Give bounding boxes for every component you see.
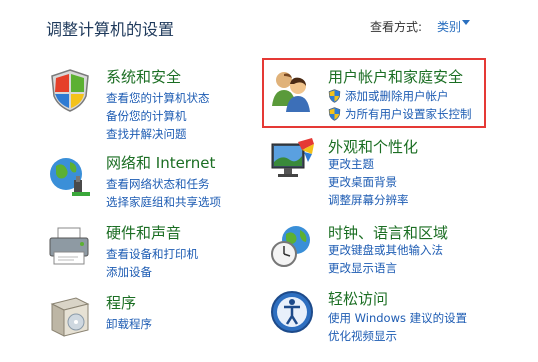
link-adjust-resolution[interactable]: 调整屏幕分辨率 [328, 192, 409, 208]
view-by-label: 查看方式: [370, 20, 423, 34]
link-windows-suggested-settings[interactable]: 使用 Windows 建议的设置 [328, 310, 467, 326]
programs-box-icon[interactable] [46, 292, 94, 340]
category-title[interactable]: 系统和安全 [106, 66, 181, 87]
link-uninstall-program[interactable]: 卸载程序 [106, 316, 152, 332]
clock-globe-icon[interactable] [268, 222, 316, 270]
link-view-computer-status[interactable]: 查看您的计算机状态 [106, 90, 210, 106]
category-hardware-sound: 硬件和声音 查看设备和打印机 添加设备 [46, 222, 246, 282]
link-backup-computer[interactable]: 备份您的计算机 [106, 108, 187, 124]
link-change-desktop-background[interactable]: 更改桌面背景 [328, 174, 397, 190]
category-user-accounts-family-safety: 用户帐户和家庭安全 添加或删除用户帐户 为所有用户设置家长控制 [268, 66, 483, 126]
shield-flag-icon[interactable] [46, 66, 94, 114]
category-title[interactable]: 外观和个性化 [328, 136, 418, 157]
category-title[interactable]: 时钟、语言和区域 [328, 222, 448, 243]
view-by-dropdown[interactable]: 类别 [437, 18, 461, 35]
category-title[interactable]: 轻松访问 [328, 288, 388, 309]
link-optimize-video-display[interactable]: 优化视频显示 [328, 328, 397, 344]
category-appearance-personalization: 外观和个性化 更改主题 更改桌面背景 调整屏幕分辨率 [268, 136, 483, 208]
link-parental-controls[interactable]: 为所有用户设置家长控制 [328, 106, 472, 122]
category-programs: 程序 卸载程序 [46, 292, 246, 352]
link-homegroup-sharing[interactable]: 选择家庭组和共享选项 [106, 194, 221, 210]
ease-of-access-icon[interactable] [268, 288, 316, 336]
link-view-devices-printers[interactable]: 查看设备和打印机 [106, 246, 198, 262]
page-title: 调整计算机的设置 [46, 20, 175, 39]
printer-icon[interactable] [46, 222, 94, 270]
users-icon[interactable] [268, 66, 316, 114]
category-ease-of-access: 轻松访问 使用 Windows 建议的设置 优化视频显示 [268, 288, 488, 348]
link-view-network-status[interactable]: 查看网络状态和任务 [106, 176, 210, 192]
category-system-security: 系统和安全 查看您的计算机状态 备份您的计算机 查找并解决问题 [46, 66, 246, 146]
link-change-display-language[interactable]: 更改显示语言 [328, 260, 397, 276]
chevron-down-icon[interactable] [462, 20, 470, 25]
link-find-fix-problems[interactable]: 查找并解决问题 [106, 126, 187, 142]
link-change-theme[interactable]: 更改主题 [328, 156, 374, 172]
category-clock-language-region: 时钟、语言和区域 更改键盘或其他输入法 更改显示语言 [268, 222, 483, 282]
category-title[interactable]: 用户帐户和家庭安全 [328, 66, 463, 87]
monitor-paint-icon[interactable] [268, 136, 316, 184]
category-title[interactable]: 网络和 Internet [106, 152, 215, 173]
uac-shield-icon [328, 89, 341, 103]
link-change-input-method[interactable]: 更改键盘或其他输入法 [328, 242, 443, 258]
link-add-remove-accounts[interactable]: 添加或删除用户帐户 [328, 88, 449, 104]
category-title[interactable]: 硬件和声音 [106, 222, 181, 243]
link-label: 添加或删除用户帐户 [345, 89, 449, 103]
link-add-device[interactable]: 添加设备 [106, 264, 152, 280]
uac-shield-icon [328, 107, 341, 121]
category-title[interactable]: 程序 [106, 292, 136, 313]
category-network-internet: 网络和 Internet 查看网络状态和任务 选择家庭组和共享选项 [46, 152, 256, 212]
globe-network-icon[interactable] [46, 152, 94, 200]
link-label: 为所有用户设置家长控制 [345, 107, 472, 121]
